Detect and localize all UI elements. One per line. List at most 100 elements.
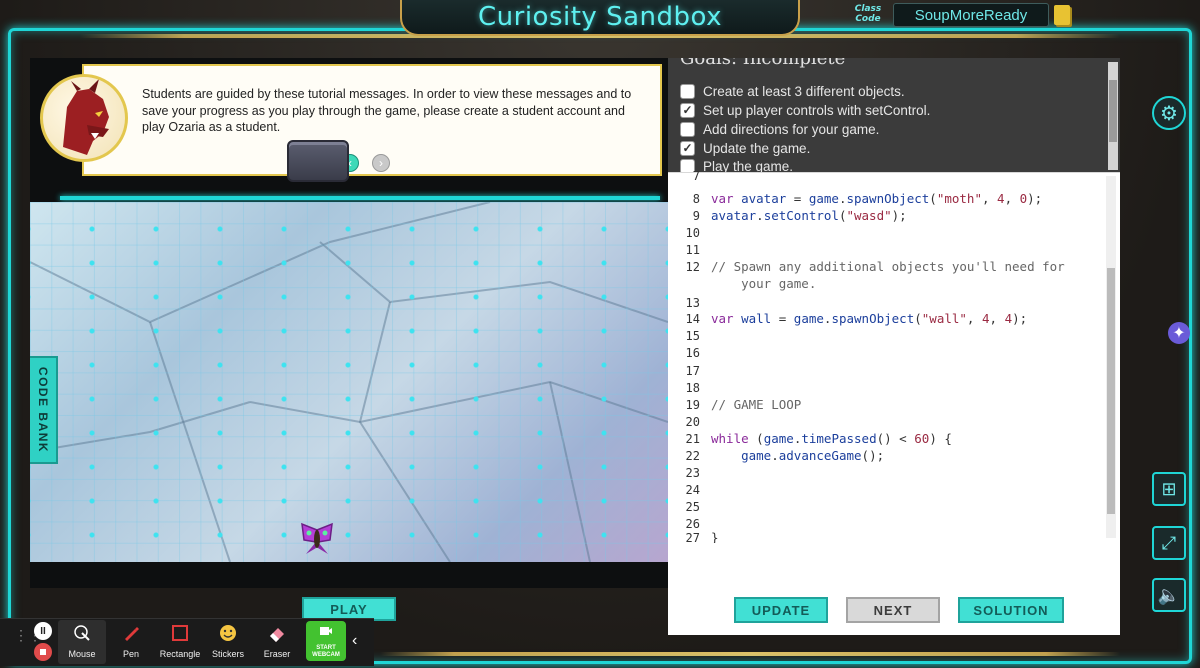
code-text: } <box>711 532 719 543</box>
editor-scrollbar-thumb[interactable] <box>1107 268 1115 514</box>
tutorial-next-button[interactable]: › <box>372 154 390 172</box>
goal-item[interactable]: Add directions for your game. <box>680 120 879 138</box>
mouse-tool[interactable]: Mouse <box>58 620 106 664</box>
goal-checkbox-checked: ✓ <box>680 140 695 156</box>
class-code-label: Class Code <box>854 4 882 24</box>
canvas-bottom-bar <box>30 562 668 588</box>
code-line: 10 <box>668 224 1108 241</box>
fullscreen-icon[interactable]: ⤢ <box>1152 526 1186 560</box>
goal-item[interactable]: Create at least 3 different objects. <box>680 82 905 100</box>
eraser-tool[interactable]: Eraser <box>253 620 301 664</box>
tutorial-message-text: Students are guided by these tutorial me… <box>142 87 632 134</box>
code-line: 15 <box>668 327 1108 344</box>
goal-checkbox <box>680 83 695 99</box>
next-button[interactable]: NEXT <box>846 597 940 623</box>
goal-label: Update the game. <box>703 140 811 156</box>
smiley-icon <box>217 622 239 644</box>
code-line: 16 <box>668 344 1108 361</box>
line-number: 10 <box>685 225 700 240</box>
gear-icon[interactable]: ⚙ <box>1152 96 1186 130</box>
stop-icon[interactable] <box>34 643 52 661</box>
line-number: 16 <box>685 345 700 360</box>
line-number: 23 <box>685 465 700 480</box>
code-line: 7 <box>668 167 1108 184</box>
code-comment: // GAME LOOP <box>711 397 802 412</box>
moth-object <box>301 522 333 554</box>
line-number: 20 <box>685 414 700 429</box>
goals-panel: Goals: Incomplete Create at least 3 diff… <box>668 58 1120 172</box>
title-plate: Curiosity Sandbox <box>400 0 800 36</box>
code-text: game.advanceGame(); <box>741 448 885 463</box>
code-comment: your game. <box>711 276 817 291</box>
code-bank-tab[interactable]: CODE BANK <box>30 356 58 464</box>
line-number: 9 <box>692 208 700 223</box>
tool-label: Stickers <box>211 649 244 659</box>
stickers-tool[interactable]: Stickers <box>204 620 252 664</box>
code-line: 12 // Spawn any additional objects you'll… <box>668 258 1108 275</box>
line-number: 25 <box>685 499 700 514</box>
grid-dots <box>30 202 668 562</box>
line-number: 27 <box>685 532 700 543</box>
goal-label: Add directions for your game. <box>703 121 880 137</box>
code-line: 25 <box>668 498 1108 515</box>
code-line: 8 var avatar = game.spawnObject("moth", 4… <box>668 190 1108 207</box>
line-number: 18 <box>685 380 700 395</box>
rectangle-icon <box>169 622 191 644</box>
line-number: 8 <box>692 191 700 206</box>
goals-title: Goals: Incomplete <box>680 58 846 69</box>
game-canvas[interactable] <box>30 202 668 562</box>
tool-label: Mouse <box>68 649 96 659</box>
cursor-icon <box>71 622 93 644</box>
update-button[interactable]: UPDATE <box>734 597 828 623</box>
sparkle-icon[interactable]: ✦ <box>1168 322 1190 344</box>
tool-label: Eraser <box>263 649 291 659</box>
goals-scrollbar-thumb[interactable] <box>1109 80 1117 142</box>
pen-tool[interactable]: Pen <box>107 620 155 664</box>
code-line: 27} <box>668 532 1108 543</box>
code-line: 24 <box>668 481 1108 498</box>
code-line: 13 <box>668 294 1108 311</box>
tutorial-divider-glow <box>60 196 660 200</box>
pause-icon[interactable]: II <box>34 622 52 640</box>
solution-button[interactable]: SOLUTION <box>958 597 1064 623</box>
code-line: 18 <box>668 379 1108 396</box>
tool-label: Pen <box>122 649 139 659</box>
copy-icon[interactable] <box>1054 5 1070 25</box>
code-line: 19 // GAME LOOP <box>668 396 1108 413</box>
line-number: 26 <box>685 516 700 531</box>
tool-label: Rectangle <box>159 649 201 659</box>
pen-icon <box>120 622 142 644</box>
rectangle-tool[interactable]: Rectangle <box>156 620 204 664</box>
mute-icon[interactable]: 🔈 <box>1152 578 1186 612</box>
code-text: avatar.setControl("wasd"); <box>711 208 907 223</box>
map-icon[interactable]: ⊞ <box>1152 472 1186 506</box>
line-number: 14 <box>685 311 700 326</box>
line-number: 22 <box>685 448 700 463</box>
goal-item[interactable]: ✓ Set up player controls with setControl… <box>680 101 930 119</box>
chevron-left-icon[interactable]: ‹ <box>352 632 357 650</box>
line-number: 12 <box>685 259 700 274</box>
goal-label: Create at least 3 different objects. <box>703 83 905 99</box>
code-line: 23 <box>668 464 1108 481</box>
code-line: 26 <box>668 515 1108 532</box>
code-line: 14 var wall = game.spawnObject("wall", 4,… <box>668 310 1108 327</box>
app-title: Curiosity Sandbox <box>478 2 722 32</box>
code-comment: // Spawn any additional objects you'll n… <box>711 259 1065 274</box>
wall-object <box>287 140 349 182</box>
eraser-icon <box>266 622 288 644</box>
line-number: 7 <box>692 168 700 183</box>
code-line: your game. <box>668 275 1108 292</box>
code-editor[interactable]: 7 8 var avatar = game.spawnObject("moth",… <box>668 169 1120 543</box>
code-text: var avatar = game.spawnObject("moth", 4,… <box>711 191 1043 206</box>
line-number: 17 <box>685 363 700 378</box>
line-number: 11 <box>685 242 700 257</box>
start-webcam-button[interactable]: START WEBCAM <box>306 621 346 661</box>
code-line: 17 <box>668 362 1108 379</box>
goal-checkbox <box>680 121 695 137</box>
dragon-avatar <box>40 74 128 162</box>
goal-item[interactable]: ✓ Update the game. <box>680 139 810 157</box>
line-number: 21 <box>685 431 700 446</box>
code-line: 9 avatar.setControl("wasd"); <box>668 207 1108 224</box>
goal-checkbox-checked: ✓ <box>680 102 695 118</box>
code-line: 21 while (game.timePassed() < 60) { <box>668 430 1108 447</box>
